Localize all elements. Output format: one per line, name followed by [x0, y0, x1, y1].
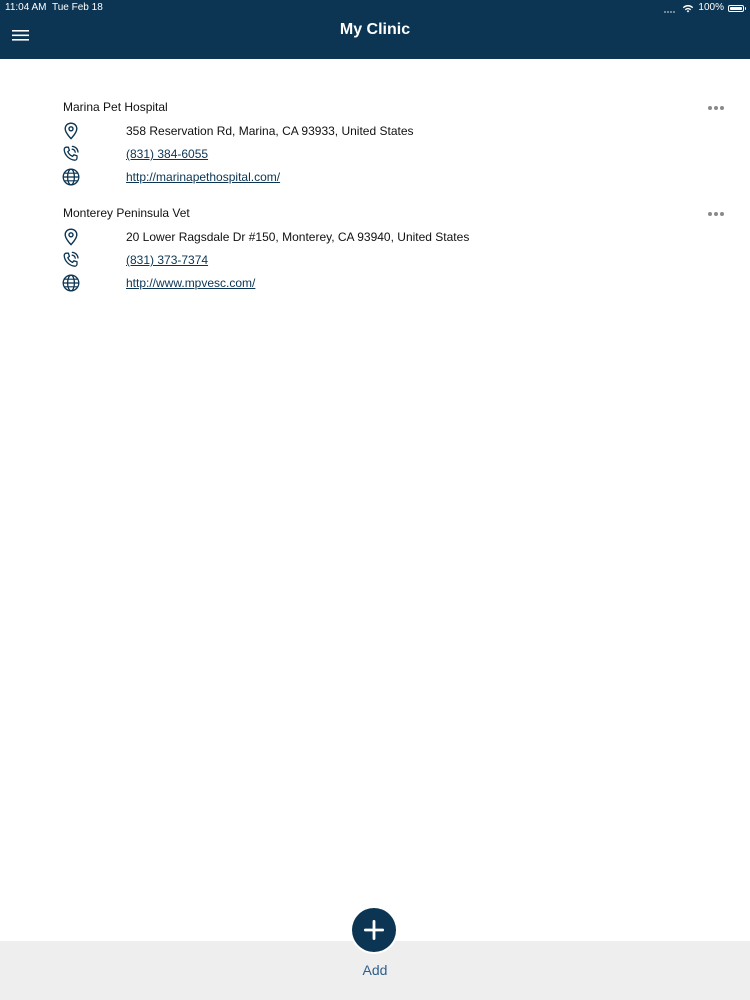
clinic-phone-link[interactable]: (831) 384-6055	[126, 146, 208, 162]
status-date: Tue Feb 18	[52, 2, 103, 13]
add-clinic-button[interactable]	[352, 908, 396, 952]
clinic-website-link[interactable]: http://marinapethospital.com/	[126, 169, 280, 185]
clinic-website-row: http://marinapethospital.com/	[0, 167, 750, 187]
phone-icon	[61, 144, 81, 164]
top-bar: 11:04 AM Tue Feb 18 100% My Clinic	[0, 0, 750, 59]
clinic-name: Marina Pet Hospital	[63, 100, 168, 114]
add-button-label[interactable]: Add	[0, 961, 750, 979]
globe-icon	[61, 167, 81, 187]
more-options-icon[interactable]	[708, 105, 726, 111]
clinic-address: 358 Reservation Rd, Marina, CA 93933, Un…	[126, 124, 414, 138]
plus-icon	[364, 920, 384, 940]
clinic-phone-row: (831) 373-7374	[0, 250, 750, 270]
clinic-phone-link[interactable]: (831) 373-7374	[126, 252, 208, 268]
cellular-signal-icon	[664, 3, 676, 13]
wifi-icon	[683, 4, 694, 12]
more-options-icon[interactable]	[708, 211, 726, 217]
status-indicators: 100%	[664, 2, 746, 14]
globe-icon	[61, 273, 81, 293]
status-time: 11:04 AM	[5, 2, 47, 13]
clinic-phone-row: (831) 384-6055	[0, 144, 750, 164]
map-pin-icon	[61, 227, 81, 247]
clinic-name: Monterey Peninsula Vet	[63, 206, 190, 220]
clinic-card: Monterey Peninsula Vet 20 Lower Ragsdale…	[0, 205, 750, 305]
clinic-address-row: 20 Lower Ragsdale Dr #150, Monterey, CA …	[0, 227, 750, 247]
battery-percent: 100%	[698, 2, 724, 13]
phone-icon	[61, 250, 81, 270]
clinic-website-row: http://www.mpvesc.com/	[0, 273, 750, 293]
map-pin-icon	[61, 121, 81, 141]
clinic-website-link[interactable]: http://www.mpvesc.com/	[126, 275, 255, 291]
clinic-address-row: 358 Reservation Rd, Marina, CA 93933, Un…	[0, 121, 750, 141]
battery-icon	[728, 4, 746, 12]
clinic-card: Marina Pet Hospital 358 Reservation Rd, …	[0, 99, 750, 199]
clinic-address: 20 Lower Ragsdale Dr #150, Monterey, CA …	[126, 230, 470, 244]
page-title: My Clinic	[339, 21, 411, 38]
